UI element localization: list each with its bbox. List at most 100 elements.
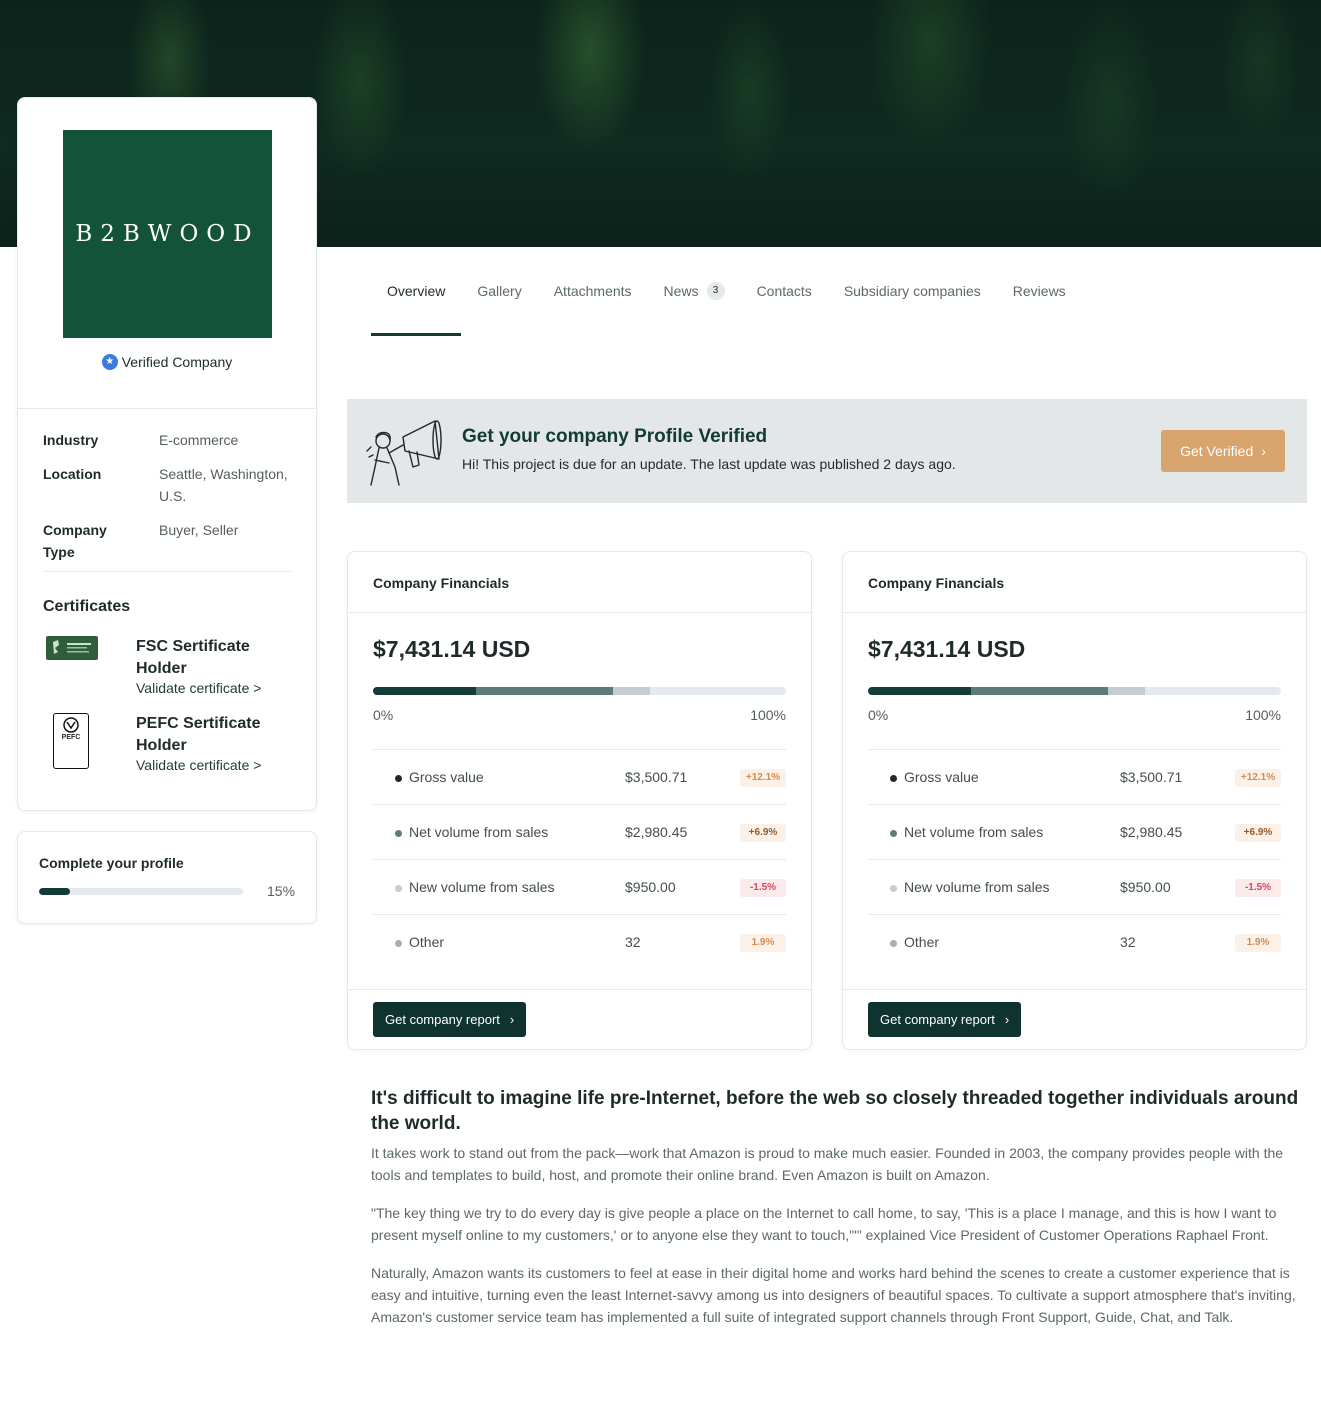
info-label: Company Type bbox=[43, 522, 107, 560]
progress-segment-new bbox=[1107, 687, 1145, 695]
info-value: Seattle, Washington, U.S. bbox=[159, 466, 288, 504]
row-value: $950.00 bbox=[1120, 879, 1171, 895]
progress-min-label: 0% bbox=[373, 707, 394, 723]
tab-label: Reviews bbox=[1012, 283, 1066, 299]
chevron-right-icon: › bbox=[509, 1012, 515, 1027]
certificates-title: Certificates bbox=[43, 598, 131, 615]
progress-segment-gross bbox=[373, 687, 477, 695]
profile-progress-fill bbox=[39, 888, 70, 895]
row-value: $2,980.45 bbox=[1120, 824, 1183, 840]
row-label: Net volume from sales bbox=[409, 824, 549, 840]
financials-progress-bar bbox=[868, 687, 1281, 695]
profile-progress-percent: 15% bbox=[267, 883, 296, 899]
tab-contacts[interactable]: Contacts bbox=[741, 246, 828, 336]
row-delta-badge: +6.9% bbox=[1235, 824, 1281, 842]
button-label: Get company report bbox=[385, 1012, 500, 1027]
chevron-right-icon: › bbox=[1004, 1012, 1010, 1027]
financials-row-net: Net volume from sales $2,980.45 +6.9% bbox=[373, 804, 786, 859]
divider bbox=[843, 612, 1306, 613]
tab-label: News bbox=[663, 283, 699, 299]
row-label: Net volume from sales bbox=[904, 824, 1044, 840]
info-label: Location bbox=[43, 466, 102, 482]
financials-list: Gross value $3,500.71 +12.1% Net volume … bbox=[868, 749, 1281, 969]
profile-tabs: Overview Gallery Attachments News 3 Conta… bbox=[371, 246, 1082, 336]
tab-news[interactable]: News 3 bbox=[648, 246, 741, 336]
verified-badge: ★ Verified Company bbox=[18, 354, 316, 370]
tab-label: Overview bbox=[387, 283, 446, 299]
progress-segment-gross bbox=[868, 687, 972, 695]
row-value: 32 bbox=[1120, 934, 1136, 950]
legend-dot-icon bbox=[395, 940, 402, 947]
get-company-report-button[interactable]: Get company report › bbox=[868, 1002, 1022, 1037]
row-value: 32 bbox=[625, 934, 641, 950]
financials-row-net: Net volume from sales $2,980.45 +6.9% bbox=[868, 804, 1281, 859]
verified-icon: ★ bbox=[101, 354, 118, 370]
tab-overview[interactable]: Overview bbox=[371, 246, 462, 336]
financials-progress-bar bbox=[373, 687, 786, 695]
row-delta-badge: +12.1% bbox=[1235, 769, 1281, 787]
row-delta-badge: 1.9% bbox=[1235, 934, 1281, 952]
company-logo: B2BWOOD bbox=[63, 130, 272, 338]
financials-card: Company Financials $7,431.14 USD 0% 100%… bbox=[347, 551, 812, 1050]
tab-gallery[interactable]: Gallery bbox=[461, 246, 537, 336]
progress-max-label: 100% bbox=[1245, 707, 1281, 723]
banner-title: Get your company Profile Verified bbox=[462, 426, 768, 447]
row-delta-badge: -1.5% bbox=[740, 879, 786, 897]
row-delta-badge: +6.9% bbox=[740, 824, 786, 842]
legend-dot-icon bbox=[890, 775, 897, 782]
get-verified-button[interactable]: Get Verified › bbox=[1161, 430, 1285, 472]
row-label: Other bbox=[904, 934, 940, 950]
row-delta-badge: +12.1% bbox=[740, 769, 786, 787]
tab-label: Subsidiary companies bbox=[843, 283, 981, 299]
divider bbox=[348, 989, 811, 990]
info-label: Industry bbox=[43, 432, 99, 448]
verified-label: Verified Company bbox=[121, 354, 233, 370]
chevron-right-icon: › bbox=[1261, 443, 1266, 459]
row-delta-badge: 1.9% bbox=[740, 934, 786, 952]
progress-segment-new bbox=[612, 687, 650, 695]
validate-certificate-link[interactable]: Validate certificate > bbox=[136, 680, 261, 696]
company-logo-text: B2BWOOD bbox=[75, 221, 260, 247]
company-profile-card: B2BWOOD ★ Verified Company Industry E-co… bbox=[17, 97, 317, 811]
tab-attachments[interactable]: Attachments bbox=[538, 246, 648, 336]
row-label: New volume from sales bbox=[409, 879, 555, 895]
legend-dot-icon bbox=[890, 885, 897, 892]
complete-profile-card: Complete your profile 15% bbox=[17, 831, 317, 924]
article-paragraph: "The key thing we try to do every day is… bbox=[371, 1205, 1277, 1243]
financials-title: Company Financials bbox=[868, 575, 1005, 591]
row-label: Gross value bbox=[904, 769, 979, 785]
company-description: It's difficult to imagine life pre-Inter… bbox=[371, 1086, 1301, 1328]
financials-total: $7,431.14 USD bbox=[373, 636, 531, 662]
financials-row-gross: Gross value $3,500.71 +12.1% bbox=[868, 749, 1281, 804]
news-count-badge: 3 bbox=[706, 282, 725, 300]
button-label: Get Verified bbox=[1180, 443, 1254, 459]
complete-profile-title: Complete your profile bbox=[39, 855, 184, 871]
tab-subsidiary-companies[interactable]: Subsidiary companies bbox=[828, 246, 997, 336]
financials-title: Company Financials bbox=[373, 575, 510, 591]
get-company-report-button[interactable]: Get company report › bbox=[373, 1002, 527, 1037]
tab-reviews[interactable]: Reviews bbox=[997, 246, 1082, 336]
row-value: $2,980.45 bbox=[625, 824, 688, 840]
divider bbox=[843, 989, 1306, 990]
megaphone-person-icon bbox=[366, 420, 442, 486]
tab-label: Contacts bbox=[756, 283, 812, 299]
progress-min-label: 0% bbox=[868, 707, 889, 723]
progress-segment-net bbox=[971, 687, 1108, 695]
row-label: Other bbox=[409, 934, 445, 950]
profile-progress-bar bbox=[39, 888, 243, 895]
financials-card: Company Financials $7,431.14 USD 0% 100%… bbox=[842, 551, 1307, 1050]
row-label: New volume from sales bbox=[904, 879, 1050, 895]
financials-list: Gross value $3,500.71 +12.1% Net volume … bbox=[373, 749, 786, 969]
button-label: Get company report bbox=[880, 1012, 995, 1027]
row-value: $3,500.71 bbox=[625, 769, 688, 785]
row-value: $950.00 bbox=[625, 879, 676, 895]
legend-dot-icon bbox=[395, 830, 402, 837]
legend-dot-icon bbox=[395, 775, 402, 782]
divider bbox=[43, 571, 291, 572]
financials-total: $7,431.14 USD bbox=[868, 636, 1026, 662]
certificate-name: PEFC Sertificate Holder bbox=[136, 715, 261, 754]
article-paragraph: It takes work to stand out from the pack… bbox=[371, 1145, 1284, 1183]
financials-row-other: Other 32 1.9% bbox=[868, 914, 1281, 969]
article-paragraph: Naturally, Amazon wants its customers to… bbox=[371, 1265, 1296, 1325]
validate-certificate-link[interactable]: Validate certificate > bbox=[136, 757, 261, 773]
